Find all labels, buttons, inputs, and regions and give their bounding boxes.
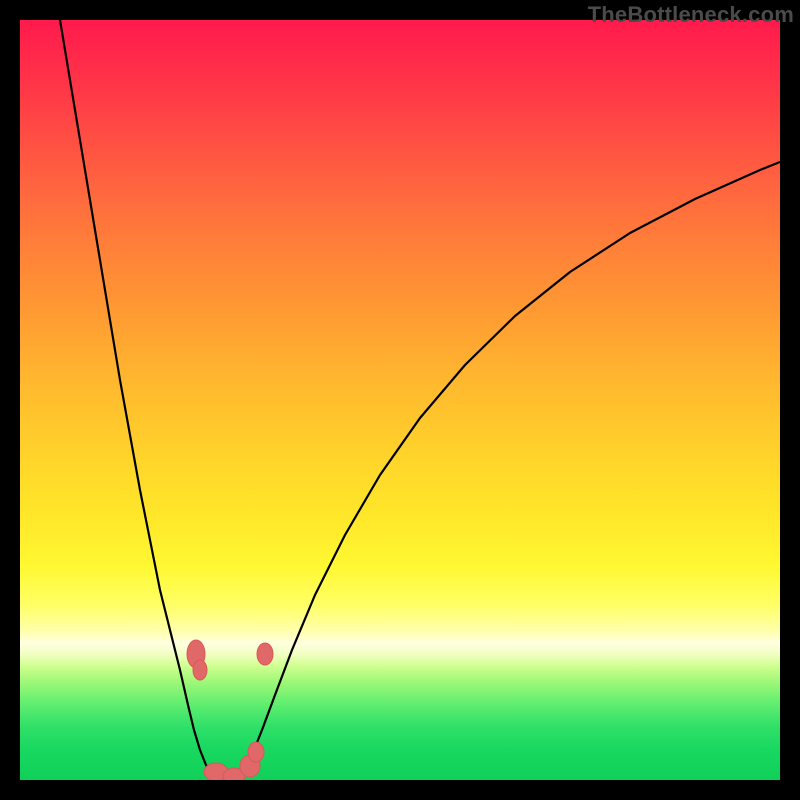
watermark-text: TheBottleneck.com	[588, 2, 794, 28]
data-marker	[248, 742, 264, 762]
data-marker	[193, 660, 207, 680]
data-marker	[257, 643, 273, 665]
curve-plot	[20, 20, 780, 780]
curve-markers	[187, 640, 273, 780]
curve-right-branch	[238, 162, 780, 778]
